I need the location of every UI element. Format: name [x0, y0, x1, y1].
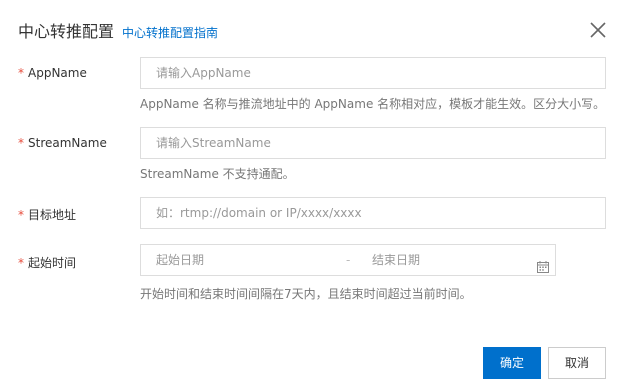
target-label: * 目标地址: [18, 206, 76, 223]
guide-link[interactable]: 中心转推配置指南: [122, 24, 218, 41]
appname-help: AppName 名称与推流地址中的 AppName 名称相对应，模板才能生效。区…: [140, 97, 606, 111]
center-relay-config-dialog: 中心转推配置 中心转推配置指南 * AppName 请输入AppName AppN…: [0, 0, 624, 391]
calendar-icon[interactable]: [537, 254, 549, 273]
cancel-button[interactable]: 取消: [548, 347, 606, 379]
close-icon[interactable]: [588, 20, 608, 40]
required-mark: *: [18, 136, 24, 150]
appname-label-text: AppName: [28, 66, 87, 80]
start-date-input[interactable]: 起始日期: [156, 245, 204, 275]
dialog-title: 中心转推配置: [18, 22, 115, 41]
end-date-input[interactable]: 结束日期: [372, 245, 420, 275]
required-mark: *: [18, 208, 24, 222]
required-mark: *: [18, 66, 24, 80]
appname-label: * AppName: [18, 66, 87, 80]
date-range-picker[interactable]: 起始日期 - 结束日期: [140, 244, 556, 276]
time-label-text: 起始时间: [28, 256, 77, 270]
target-label-text: 目标地址: [28, 208, 77, 222]
appname-input[interactable]: 请输入AppName: [140, 57, 606, 89]
streamname-label-text: StreamName: [28, 136, 107, 150]
time-help: 开始时间和结束时间间隔在7天内，且结束时间超过当前时间。: [140, 287, 472, 301]
confirm-button[interactable]: 确定: [483, 347, 541, 379]
time-label: * 起始时间: [18, 254, 76, 271]
streamname-help: StreamName 不支持通配。: [140, 167, 295, 181]
streamname-input[interactable]: 请输入StreamName: [140, 127, 606, 159]
dialog-header: 中心转推配置 中心转推配置指南: [18, 18, 218, 42]
target-address-input[interactable]: 如：rtmp://domain or IP/xxxx/xxxx: [140, 197, 606, 229]
required-mark: *: [18, 256, 24, 270]
streamname-label: * StreamName: [18, 136, 107, 150]
range-separator: -: [346, 253, 351, 267]
